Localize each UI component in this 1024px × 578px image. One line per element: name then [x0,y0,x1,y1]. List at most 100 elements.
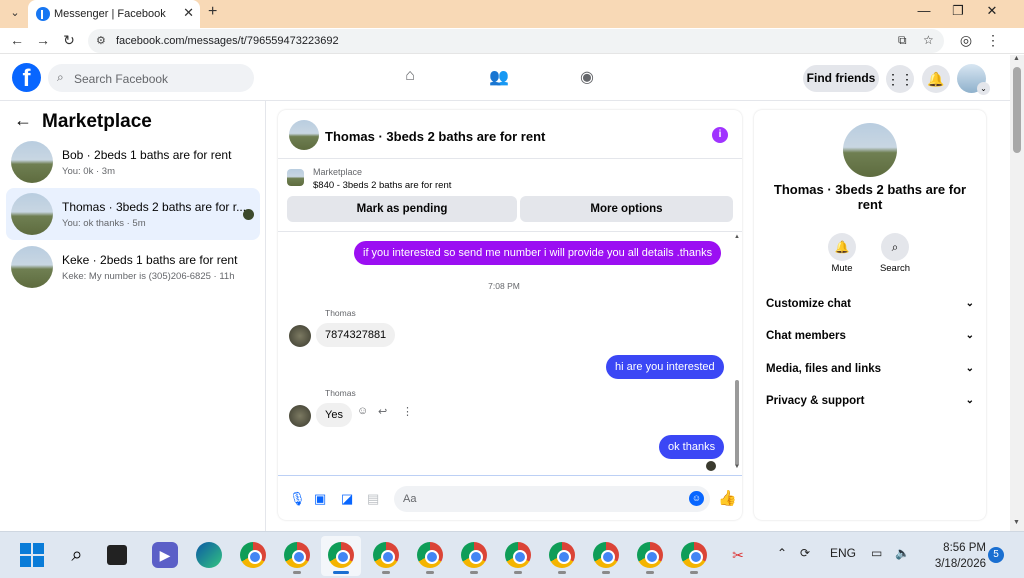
info-icon[interactable]: i [712,127,728,143]
sync-icon[interactable]: ⟳ [800,546,810,560]
profile-icon[interactable]: ◎ [957,32,975,49]
chat-title[interactable]: Thomas · 3beds 2 baths are for rent [325,129,545,144]
thread-scrollbar[interactable]: ▲ ▼ [734,234,740,472]
sticker-icon[interactable]: ◪ [341,491,353,507]
mute-bell-icon[interactable]: 🔔 [828,233,856,261]
chrome-profile-icon[interactable] [417,542,443,568]
find-friends-button[interactable]: Find friends [803,65,879,92]
page-scrollbar[interactable]: ▲ ▼ [1010,55,1024,531]
seen-avatar-icon [243,209,254,220]
forward-icon[interactable]: → [34,32,52,48]
chat-avatar[interactable] [289,120,319,150]
site-info-icon[interactable]: ⚙ [96,34,106,47]
sender-avatar[interactable] [289,405,311,427]
conversation-item-active[interactable]: Thomas · 3beds 2 baths are for r... You:… [6,188,260,240]
windows-taskbar: ⌕ ▶ ✂ ⌃ ⟳ ENG ▭ 🔈 8:56 PM 3/18/2026 5 [0,531,1024,578]
chrome-profile-icon[interactable] [593,542,619,568]
menu-grid-icon[interactable]: ⋮⋮ [886,65,914,93]
chrome-profile-icon[interactable] [461,542,487,568]
microphone-icon[interactable]: 🎙 [289,491,306,507]
install-app-icon[interactable]: ⧉ [898,33,907,48]
chrome-profile-icon[interactable] [505,542,531,568]
scroll-up-icon[interactable]: ▲ [734,234,740,240]
account-avatar[interactable]: ⌄ [957,64,990,95]
conversation-item[interactable]: Bob · 2beds 1 baths are for rent You: 0k… [6,136,260,188]
react-emoji-icon[interactable]: ☺ [357,405,368,417]
chrome-profile-icon[interactable] [637,542,663,568]
home-icon[interactable]: ⌂ [399,67,421,89]
scroll-up-icon[interactable]: ▲ [1013,55,1020,62]
scroll-down-icon[interactable]: ▼ [734,464,740,470]
mark-as-pending-button[interactable]: Mark as pending [287,196,517,222]
address-bar[interactable]: ⚙ facebook.com/messages/t/79655947322369… [88,29,944,53]
restore-icon[interactable]: ❐ [948,3,968,19]
panel-title: Marketplace [42,111,152,132]
groups-icon[interactable]: ◉ [576,67,598,89]
scrollbar-thumb[interactable] [735,380,739,466]
notifications-bell-icon[interactable]: 🔔 [922,65,950,93]
privacy-support-section[interactable]: Privacy & support ⌄ [766,395,976,415]
bookmark-star-icon[interactable]: ☆ [923,33,934,47]
account-chevron-icon: ⌄ [977,82,990,95]
conversation-preview: Keke: My number is (305)206-6825 · 11h [62,271,235,282]
back-arrow-icon[interactable]: ← [14,110,32,131]
customize-chat-section[interactable]: Customize chat ⌄ [766,298,976,318]
contact-avatar[interactable] [843,123,897,177]
outgoing-message[interactable]: hi are you interested [606,355,724,379]
emoji-icon[interactable]: ☺ [689,491,704,506]
reload-icon[interactable]: ↻ [60,32,78,49]
volume-icon[interactable]: 🔈 [895,546,910,560]
facebook-logo-icon[interactable]: f [12,63,41,92]
chrome-profile-icon[interactable] [284,542,310,568]
clock-date: 3/18/2026 [934,558,986,570]
notification-badge[interactable]: 5 [988,547,1004,563]
edge-icon[interactable] [196,542,222,568]
sender-name: Thomas [325,388,356,398]
show-hidden-icons-chevron-icon[interactable]: ⌃ [777,546,787,560]
conversation-item[interactable]: Keke · 2beds 1 baths are for rent Keke: … [6,241,260,293]
language-indicator[interactable]: ENG [830,546,856,560]
friends-icon[interactable]: 👥 [488,67,510,89]
snipping-tool-icon[interactable]: ✂ [725,542,751,568]
section-label: Privacy & support [766,395,865,407]
scrollbar-thumb[interactable] [1013,67,1021,153]
chrome-icon[interactable] [240,542,266,568]
like-thumb-icon[interactable]: 👍 [718,489,737,507]
chrome-profile-icon[interactable] [328,542,354,568]
incoming-message[interactable]: Yes [316,403,352,427]
tab-list-chevron-icon[interactable]: ⌄ [6,4,24,22]
chrome-profile-icon[interactable] [681,542,707,568]
search-icon[interactable]: ⌕ [64,542,90,568]
media-files-links-section[interactable]: Media, files and links ⌄ [766,363,976,383]
message-input[interactable]: Aa ☺ [394,486,710,512]
task-view-icon[interactable] [107,545,127,565]
chrome-profile-icon[interactable] [373,542,399,568]
close-window-icon[interactable]: ✕ [982,3,1002,19]
system-clock[interactable]: 8:56 PM 3/18/2026 [924,540,986,572]
listing-thumbnail[interactable] [287,169,304,186]
avatar [11,193,53,235]
browser-tab-messenger[interactable]: Messenger | Facebook ✕ [28,0,200,28]
reply-icon[interactable]: ↩ [378,405,387,418]
back-icon[interactable]: ← [8,32,26,48]
scroll-down-icon[interactable]: ▼ [1013,519,1020,526]
more-actions-icon[interactable]: ⋮ [402,405,413,418]
close-tab-icon[interactable]: ✕ [183,5,194,21]
search-input[interactable]: ⌕ Search Facebook [48,64,254,92]
photo-icon[interactable]: ▣ [314,491,326,507]
new-tab-icon[interactable]: + [208,3,217,21]
gif-icon[interactable]: ▤ [367,491,379,507]
sender-avatar[interactable] [289,325,311,347]
outgoing-message[interactable]: if you interested so send me number i wi… [354,241,722,265]
network-icon[interactable]: ▭ [871,546,882,560]
teams-icon[interactable]: ▶ [152,542,178,568]
incoming-message[interactable]: 7874327881 [316,323,396,347]
more-options-button[interactable]: More options [520,196,733,222]
start-windows-icon[interactable] [20,543,44,567]
chrome-profile-icon[interactable] [549,542,575,568]
minimize-icon[interactable]: — [914,3,934,18]
search-icon[interactable]: ⌕ [881,233,909,261]
outgoing-message[interactable]: ok thanks [659,435,725,459]
chat-members-section[interactable]: Chat members ⌄ [766,330,976,350]
browser-menu-icon[interactable]: ⋮ [984,32,1002,49]
